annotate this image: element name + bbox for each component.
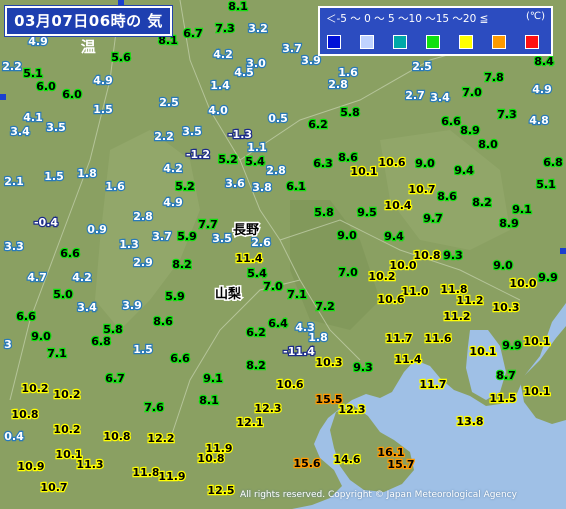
- prefecture-label-nagano: 長野: [233, 223, 259, 238]
- prefecture-label-yamanashi: 山梨: [215, 286, 242, 302]
- prefecture-label-layer: 長野 山梨: [213, 222, 260, 304]
- copyright-notice: All rights reserved. Copyright © Japan M…: [240, 490, 517, 500]
